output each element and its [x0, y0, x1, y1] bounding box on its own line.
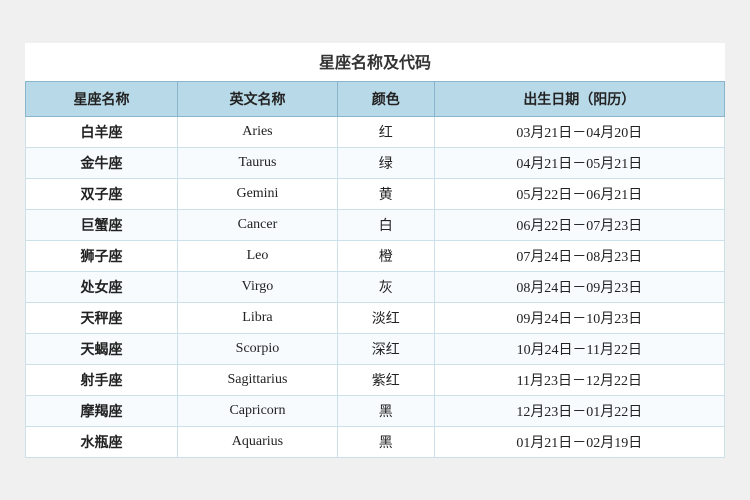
table-row: 水瓶座Aquarius黑01月21日－02月19日	[26, 426, 725, 457]
cell-color: 黄	[337, 178, 434, 209]
cell-english: Leo	[178, 240, 338, 271]
cell-chinese: 狮子座	[26, 240, 178, 271]
cell-dates: 09月24日－10月23日	[434, 302, 724, 333]
cell-chinese: 水瓶座	[26, 426, 178, 457]
cell-english: Scorpio	[178, 333, 338, 364]
cell-dates: 08月24日－09月23日	[434, 271, 724, 302]
col-header-dates: 出生日期（阳历）	[434, 81, 724, 116]
cell-english: Taurus	[178, 147, 338, 178]
table-row: 摩羯座Capricorn黑12月23日－01月22日	[26, 395, 725, 426]
cell-dates: 07月24日－08月23日	[434, 240, 724, 271]
table-header-row: 星座名称 英文名称 颜色 出生日期（阳历）	[26, 81, 725, 116]
page-title: 星座名称及代码	[25, 43, 725, 81]
cell-dates: 06月22日－07月23日	[434, 209, 724, 240]
cell-chinese: 天秤座	[26, 302, 178, 333]
cell-color: 黑	[337, 395, 434, 426]
table-row: 白羊座Aries红03月21日－04月20日	[26, 116, 725, 147]
cell-english: Cancer	[178, 209, 338, 240]
cell-english: Gemini	[178, 178, 338, 209]
table-row: 天蝎座Scorpio深红10月24日－11月22日	[26, 333, 725, 364]
cell-dates: 01月21日－02月19日	[434, 426, 724, 457]
cell-color: 灰	[337, 271, 434, 302]
cell-chinese: 摩羯座	[26, 395, 178, 426]
cell-chinese: 白羊座	[26, 116, 178, 147]
cell-english: Aquarius	[178, 426, 338, 457]
cell-chinese: 双子座	[26, 178, 178, 209]
cell-dates: 11月23日－12月22日	[434, 364, 724, 395]
table-row: 处女座Virgo灰08月24日－09月23日	[26, 271, 725, 302]
cell-chinese: 天蝎座	[26, 333, 178, 364]
table-row: 金牛座Taurus绿04月21日－05月21日	[26, 147, 725, 178]
cell-color: 红	[337, 116, 434, 147]
cell-chinese: 金牛座	[26, 147, 178, 178]
cell-color: 淡红	[337, 302, 434, 333]
cell-color: 黑	[337, 426, 434, 457]
cell-chinese: 射手座	[26, 364, 178, 395]
cell-color: 橙	[337, 240, 434, 271]
cell-english: Aries	[178, 116, 338, 147]
zodiac-table: 星座名称 英文名称 颜色 出生日期（阳历） 白羊座Aries红03月21日－04…	[25, 81, 725, 458]
cell-chinese: 巨蟹座	[26, 209, 178, 240]
table-row: 双子座Gemini黄05月22日－06月21日	[26, 178, 725, 209]
col-header-english: 英文名称	[178, 81, 338, 116]
table-row: 巨蟹座Cancer白06月22日－07月23日	[26, 209, 725, 240]
cell-english: Virgo	[178, 271, 338, 302]
cell-english: Capricorn	[178, 395, 338, 426]
cell-dates: 04月21日－05月21日	[434, 147, 724, 178]
cell-dates: 05月22日－06月21日	[434, 178, 724, 209]
main-container: 星座名称及代码 星座名称 英文名称 颜色 出生日期（阳历） 白羊座Aries红0…	[25, 43, 725, 458]
cell-color: 绿	[337, 147, 434, 178]
cell-color: 深红	[337, 333, 434, 364]
cell-dates: 12月23日－01月22日	[434, 395, 724, 426]
cell-english: Libra	[178, 302, 338, 333]
col-header-chinese: 星座名称	[26, 81, 178, 116]
cell-color: 白	[337, 209, 434, 240]
cell-english: Sagittarius	[178, 364, 338, 395]
cell-dates: 03月21日－04月20日	[434, 116, 724, 147]
col-header-color: 颜色	[337, 81, 434, 116]
cell-chinese: 处女座	[26, 271, 178, 302]
cell-color: 紫红	[337, 364, 434, 395]
table-row: 射手座Sagittarius紫红11月23日－12月22日	[26, 364, 725, 395]
table-row: 狮子座Leo橙07月24日－08月23日	[26, 240, 725, 271]
cell-dates: 10月24日－11月22日	[434, 333, 724, 364]
table-row: 天秤座Libra淡红09月24日－10月23日	[26, 302, 725, 333]
